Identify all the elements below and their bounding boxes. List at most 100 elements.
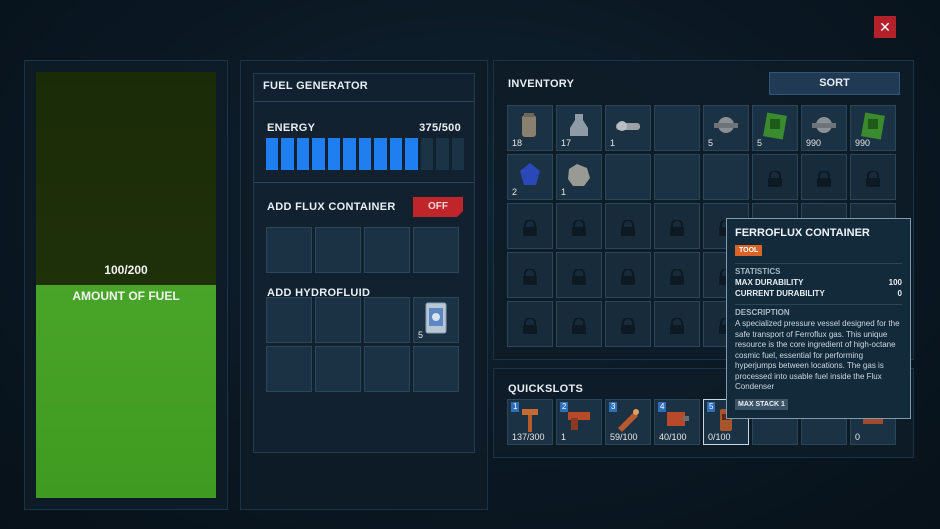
inventory-slot[interactable]: 18 xyxy=(507,105,553,151)
fuel-gauge: 100/200 AMOUNT OF FUEL xyxy=(36,72,216,498)
flux-container-slots xyxy=(266,227,459,273)
hydrofluid-slot[interactable] xyxy=(266,297,312,343)
hydrofluid-slot[interactable]: 5 xyxy=(413,297,459,343)
locked-inventory-slot[interactable] xyxy=(556,203,602,249)
item-count: 2 xyxy=(512,187,518,197)
inventory-slot[interactable]: 5 xyxy=(752,105,798,151)
tooltip-type-tag: TOOL xyxy=(735,245,763,256)
energy-segment xyxy=(420,138,434,170)
fuel-amount-text: 100/200 xyxy=(104,263,148,277)
quickslot-count: 1 xyxy=(561,432,567,442)
canister-icon xyxy=(522,112,536,137)
inventory-slot[interactable]: 5 xyxy=(703,105,749,151)
inventory-slot[interactable]: 1 xyxy=(556,154,602,200)
current-durability-value: 0 xyxy=(897,289,902,298)
fuel-generator-title: FUEL GENERATOR xyxy=(263,80,369,92)
fuel-gauge-empty xyxy=(36,72,216,285)
quickslot-count: 59/100 xyxy=(610,432,638,442)
inventory-slot[interactable] xyxy=(703,154,749,200)
quickslot[interactable]: 1 137/300 xyxy=(507,399,553,445)
energy-segment xyxy=(436,138,449,170)
hydrofluid-slot[interactable] xyxy=(315,297,361,343)
locked-inventory-slot[interactable] xyxy=(507,252,553,298)
locked-inventory-slot[interactable] xyxy=(654,252,700,298)
fuel-amount-label: AMOUNT OF FUEL xyxy=(72,289,180,303)
inventory-title: INVENTORY xyxy=(508,78,575,90)
energy-segment xyxy=(266,138,279,170)
locked-inventory-slot[interactable] xyxy=(605,301,651,347)
fuel-generator-box: FUEL GENERATOR ENERGY 375/500 ADD FLUX C… xyxy=(253,73,475,453)
locked-inventory-slot[interactable] xyxy=(507,301,553,347)
locked-inventory-slot[interactable] xyxy=(507,203,553,249)
inventory-slot[interactable]: 17 xyxy=(556,105,602,151)
quickslot-number: 5 xyxy=(707,402,716,412)
item-count: 5 xyxy=(757,138,763,148)
fuel-generator-panel: FUEL GENERATOR ENERGY 375/500 ADD FLUX C… xyxy=(240,60,488,510)
sort-button[interactable]: SORT xyxy=(769,72,900,95)
drill-part-icon xyxy=(616,120,640,131)
lock-icon xyxy=(817,171,831,187)
energy-segment xyxy=(405,138,418,170)
locked-inventory-slot[interactable] xyxy=(556,252,602,298)
tooltip-description-header: DESCRIPTION xyxy=(735,304,902,317)
item-count: 1 xyxy=(610,138,616,148)
quickslot[interactable]: 21 xyxy=(556,399,602,445)
hydrofluid-slot[interactable] xyxy=(364,297,410,343)
tooltip-max-stack-badge: MAX STACK 1 xyxy=(735,398,788,410)
locked-inventory-slot[interactable] xyxy=(752,154,798,200)
lock-icon xyxy=(523,318,537,334)
hydrofluid-slot[interactable] xyxy=(413,346,459,392)
energy-segment xyxy=(358,138,372,170)
lock-icon xyxy=(621,318,635,334)
tooltip-current-durability-row: CURRENT DURABILITY 0 xyxy=(735,289,902,298)
hammer-icon xyxy=(522,408,538,432)
flux-slot[interactable] xyxy=(413,227,459,273)
locked-inventory-slot[interactable] xyxy=(605,203,651,249)
welder-icon xyxy=(667,411,689,426)
lock-icon xyxy=(523,220,537,236)
hydrofluid-slot[interactable] xyxy=(315,346,361,392)
locked-inventory-slot[interactable] xyxy=(850,154,896,200)
close-button[interactable]: ✕ xyxy=(874,16,896,38)
energy-segment xyxy=(281,138,294,170)
hydrofluid-slot[interactable] xyxy=(364,346,410,392)
flux-slot[interactable] xyxy=(364,227,410,273)
lock-icon xyxy=(670,220,684,236)
inventory-slot[interactable] xyxy=(654,105,700,151)
locked-inventory-slot[interactable] xyxy=(556,301,602,347)
quickslot[interactable]: 3 59/100 xyxy=(605,399,651,445)
item-count: 990 xyxy=(806,138,822,148)
flux-container-toggle[interactable]: OFF xyxy=(413,197,463,217)
quickslot[interactable]: 4 40/100 xyxy=(654,399,700,445)
inventory-slot[interactable]: 1 xyxy=(605,105,651,151)
inventory-slot[interactable]: 990 xyxy=(850,105,896,151)
item-count: 18 xyxy=(512,138,523,148)
hydrofluid-count: 5 xyxy=(418,330,424,340)
inventory-slot[interactable]: 990 xyxy=(801,105,847,151)
item-tooltip: FERROFLUX CONTAINER TOOL STATISTICS MAX … xyxy=(726,218,911,419)
flux-slot[interactable] xyxy=(266,227,312,273)
current-durability-label: CURRENT DURABILITY xyxy=(735,289,825,298)
locked-inventory-slot[interactable] xyxy=(801,154,847,200)
hydrofluid-slot[interactable] xyxy=(266,346,312,392)
locked-inventory-slot[interactable] xyxy=(605,252,651,298)
energy-segment xyxy=(296,138,310,170)
locked-inventory-slot[interactable] xyxy=(654,203,700,249)
lock-icon xyxy=(670,269,684,285)
quickslot-number: 3 xyxy=(609,402,618,412)
locked-inventory-slot[interactable] xyxy=(654,301,700,347)
item-count: 5 xyxy=(708,138,714,148)
tooltip-title: FERROFLUX CONTAINER xyxy=(735,227,870,239)
item-count: 17 xyxy=(561,138,572,148)
inventory-slot[interactable] xyxy=(605,154,651,200)
energy-segment xyxy=(451,138,465,170)
flux-slot[interactable] xyxy=(315,227,361,273)
tooltip-stats-header: STATISTICS xyxy=(735,263,902,276)
inventory-slot[interactable] xyxy=(654,154,700,200)
item-count: 1 xyxy=(561,187,567,197)
inventory-slot[interactable]: 2 xyxy=(507,154,553,200)
quickslot-count: 0/100 xyxy=(708,432,731,442)
energy-segment xyxy=(374,138,387,170)
energy-segment xyxy=(389,138,403,170)
quickslot-count: 40/100 xyxy=(659,432,687,442)
